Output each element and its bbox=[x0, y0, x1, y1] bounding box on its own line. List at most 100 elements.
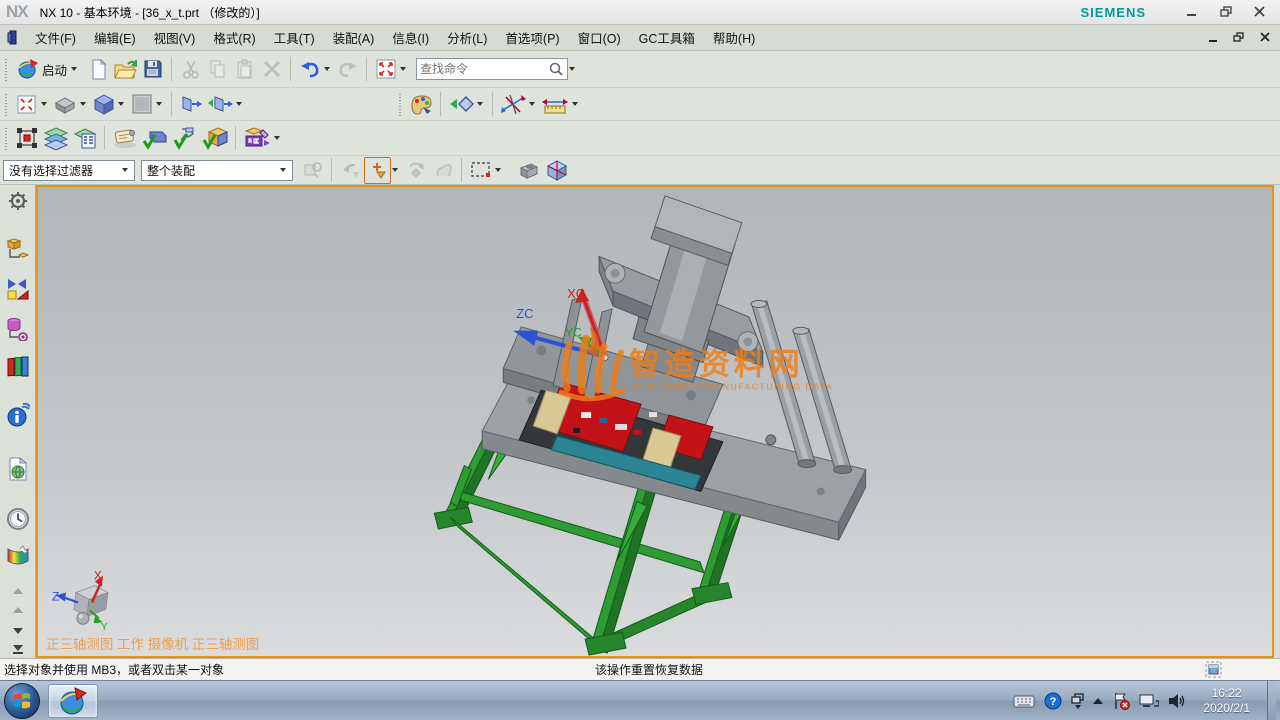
marquee-dropdown-icon[interactable] bbox=[495, 168, 501, 172]
constraint-block-icon bbox=[142, 126, 168, 150]
menu-assembly[interactable]: 装配(A) bbox=[324, 25, 384, 50]
menu-help[interactable]: 帮助(H) bbox=[704, 25, 764, 50]
move-component-button[interactable] bbox=[170, 125, 200, 152]
snap-toggle-dropdown-icon[interactable] bbox=[392, 168, 398, 172]
show-desktop-button[interactable] bbox=[1267, 681, 1276, 720]
reuse-library-tab[interactable] bbox=[5, 355, 31, 377]
web-browser-tab[interactable] bbox=[5, 457, 31, 481]
menu-file[interactable]: 文件(F) bbox=[26, 25, 85, 50]
section-view-button[interactable] bbox=[543, 157, 570, 184]
network-icon[interactable] bbox=[1139, 693, 1159, 709]
snap-point-toggle[interactable] bbox=[364, 157, 391, 184]
child-restore-button[interactable] bbox=[1228, 30, 1250, 46]
show-and-hide-button[interactable] bbox=[446, 91, 476, 118]
role-palette-button[interactable] bbox=[407, 91, 435, 118]
toolbar-drag-handle[interactable] bbox=[4, 92, 9, 116]
snap-lines-icon bbox=[500, 93, 526, 115]
measure-button[interactable] bbox=[539, 91, 571, 118]
show-hide-plate-button[interactable] bbox=[205, 91, 235, 118]
delete-button bbox=[258, 56, 285, 83]
restore-button[interactable] bbox=[1212, 3, 1240, 21]
render-style-button[interactable] bbox=[90, 91, 117, 118]
roles-gear-button[interactable] bbox=[5, 191, 31, 211]
undo-dropdown-icon[interactable] bbox=[324, 67, 330, 71]
touch-dropdown-icon[interactable] bbox=[400, 67, 406, 71]
close-button[interactable] bbox=[1246, 3, 1274, 21]
child-close-button[interactable] bbox=[1254, 30, 1276, 46]
render-dropdown-icon[interactable] bbox=[118, 102, 124, 106]
menu-information[interactable]: 信息(I) bbox=[383, 25, 438, 50]
input-method-icon[interactable] bbox=[1013, 694, 1035, 708]
background-dropdown-icon[interactable] bbox=[156, 102, 162, 106]
orient-view-button[interactable] bbox=[51, 91, 79, 118]
fit-window-button[interactable] bbox=[13, 91, 40, 118]
menu-window[interactable]: 窗口(O) bbox=[569, 25, 630, 50]
history-tab[interactable] bbox=[5, 507, 31, 531]
layer-category-button[interactable] bbox=[71, 125, 99, 152]
selection-filter-dropdown[interactable]: 没有选择过滤器 bbox=[3, 160, 135, 181]
menu-analysis[interactable]: 分析(L) bbox=[438, 25, 496, 50]
selection-scope-dropdown[interactable]: 整个装配 bbox=[141, 160, 293, 181]
resource-scroll-down-page[interactable] bbox=[5, 641, 31, 658]
menu-edit[interactable]: 编辑(E) bbox=[85, 25, 145, 50]
resource-scroll-up-page[interactable] bbox=[5, 602, 31, 619]
snap-dropdown-icon[interactable] bbox=[529, 102, 535, 106]
menu-format[interactable]: 格式(R) bbox=[204, 25, 264, 50]
edit-object-display-button[interactable] bbox=[241, 125, 273, 152]
new-file-button[interactable] bbox=[85, 56, 112, 83]
search-dropdown-icon[interactable] bbox=[569, 67, 575, 71]
wcs-dynamics-button[interactable] bbox=[13, 125, 41, 152]
annotation-note-button[interactable] bbox=[110, 125, 140, 152]
window-dock-button[interactable] bbox=[1205, 661, 1222, 681]
save-button[interactable] bbox=[139, 56, 166, 83]
orient-dropdown-icon[interactable] bbox=[80, 102, 86, 106]
replace-component-button[interactable] bbox=[200, 125, 230, 152]
measure-dropdown-icon[interactable] bbox=[572, 102, 578, 106]
viewport-3d[interactable]: XC ZC YC 智造资料网 INTELLIGENT MANUFACTURING… bbox=[36, 185, 1274, 658]
child-minimize-button[interactable] bbox=[1202, 30, 1224, 46]
touch-mode-button[interactable] bbox=[372, 56, 399, 83]
assembly-select-icon bbox=[302, 160, 324, 180]
toolbar-drag-handle[interactable] bbox=[398, 92, 403, 116]
start-menu-button[interactable]: 启动 bbox=[13, 56, 85, 83]
show-hidden-icons-button[interactable] bbox=[1093, 698, 1103, 704]
taskbar-nx-app[interactable] bbox=[48, 684, 98, 718]
start-button[interactable] bbox=[4, 683, 40, 719]
edit-dropdown-icon[interactable] bbox=[274, 136, 280, 140]
resource-scroll-down[interactable] bbox=[5, 623, 31, 640]
undo-button[interactable] bbox=[296, 56, 323, 83]
resource-scroll-up[interactable] bbox=[5, 583, 31, 600]
help-tray-icon[interactable]: ? bbox=[1044, 692, 1062, 710]
show-hide-dropdown-icon[interactable] bbox=[477, 102, 483, 106]
snap-point-button[interactable] bbox=[498, 91, 528, 118]
tablet-settings-button[interactable] bbox=[1071, 693, 1084, 709]
assembly-constraints-button[interactable] bbox=[140, 125, 170, 152]
plate-dropdown-icon[interactable] bbox=[236, 102, 242, 106]
menu-gc-toolbox[interactable]: GC工具箱 bbox=[630, 25, 704, 50]
part-navigator-tab[interactable] bbox=[5, 317, 31, 341]
menu-preferences[interactable]: 首选项(P) bbox=[496, 25, 568, 50]
toolbar-drag-handle[interactable] bbox=[4, 126, 9, 150]
toolbar-drag-handle[interactable] bbox=[4, 57, 9, 81]
taskbar-clock[interactable]: 16:22 2020/2/1 bbox=[1195, 686, 1258, 716]
menu-tools[interactable]: 工具(T) bbox=[265, 25, 324, 50]
roles-palette-tab[interactable] bbox=[5, 545, 31, 567]
capture-box-icon bbox=[517, 160, 541, 180]
speaker-icon[interactable] bbox=[1168, 693, 1186, 709]
menu-view[interactable]: 视图(V) bbox=[145, 25, 205, 50]
action-center-flag-icon[interactable] bbox=[1112, 692, 1130, 710]
command-search-input[interactable] bbox=[420, 62, 548, 76]
fit-dropdown-icon[interactable] bbox=[41, 102, 47, 106]
background-button[interactable] bbox=[128, 91, 155, 118]
move-to-layer-button[interactable] bbox=[177, 91, 205, 118]
internet-tab[interactable] bbox=[5, 403, 31, 427]
minimize-button[interactable] bbox=[1178, 3, 1206, 21]
constraint-navigator-tab[interactable] bbox=[5, 277, 31, 301]
assembly-navigator-tab[interactable] bbox=[5, 237, 31, 261]
capture-image-button[interactable] bbox=[515, 157, 543, 184]
marquee-select-button[interactable] bbox=[467, 157, 494, 184]
layer-settings-button[interactable] bbox=[41, 125, 71, 152]
open-file-button[interactable] bbox=[112, 56, 139, 83]
fit-view-icon bbox=[375, 58, 397, 80]
command-finder[interactable] bbox=[416, 58, 568, 80]
